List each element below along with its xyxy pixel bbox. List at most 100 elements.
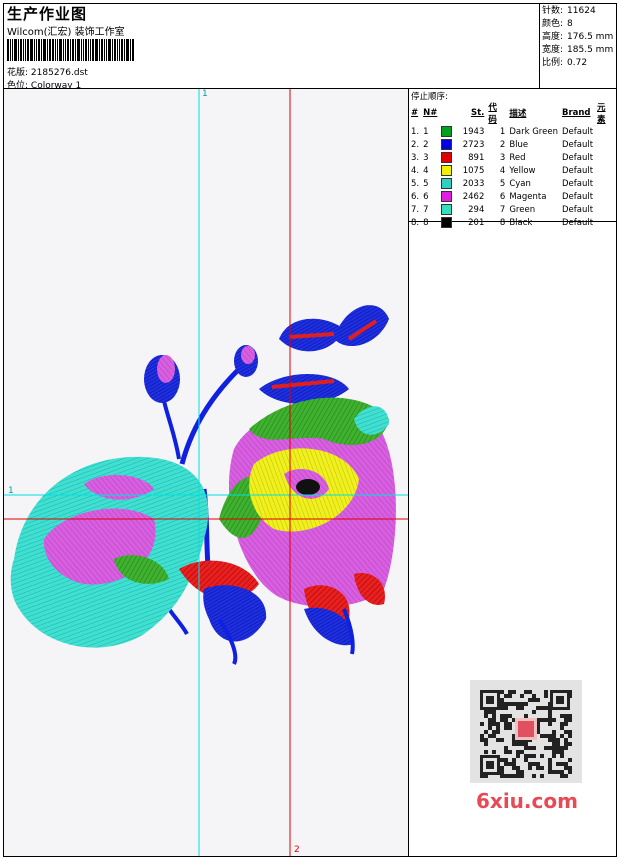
qr-module — [480, 722, 484, 726]
barcode-bar — [85, 39, 87, 61]
qr-module — [532, 710, 536, 714]
qr-module — [508, 762, 512, 766]
barcode-bar — [14, 39, 17, 61]
qr-module — [568, 734, 572, 738]
qr-module — [548, 766, 552, 770]
cell-desc: Blue — [509, 139, 529, 150]
cell-brand: Default — [561, 191, 594, 202]
qr-module — [552, 734, 556, 738]
qr-module — [504, 714, 508, 718]
qr-module — [524, 702, 528, 706]
color-swatch — [441, 126, 453, 137]
qr-module — [568, 766, 572, 770]
qr-module — [540, 754, 544, 758]
barcode-bar — [130, 39, 131, 61]
qr-module — [504, 722, 508, 726]
cell-code: 7 — [499, 204, 506, 215]
cell-brand: Default — [561, 217, 594, 228]
barcode-bar — [59, 39, 62, 61]
qr-module — [512, 758, 516, 762]
qr-module — [560, 774, 564, 778]
qr-module — [568, 718, 572, 722]
barcode — [7, 39, 144, 61]
qr-module — [560, 722, 564, 726]
qr-module — [504, 706, 508, 710]
qr-module — [508, 694, 512, 698]
qr-module — [568, 770, 572, 774]
barcode-bar — [47, 39, 48, 61]
qr-module — [512, 702, 516, 706]
qr-module — [528, 746, 532, 750]
barcode-bar — [12, 39, 13, 61]
stat-value: 8 — [567, 19, 573, 29]
qr-module — [564, 774, 568, 778]
design-canvas: 1 1 2 — [4, 89, 409, 856]
color-row: 6. 6 2462 6 Magenta Default — [409, 190, 616, 203]
cell-desc: Red — [509, 152, 526, 163]
qr-module — [548, 758, 552, 762]
qr-module — [512, 774, 516, 778]
qr-module — [552, 746, 556, 750]
barcode-bar — [112, 39, 113, 61]
cell-n: 6 — [423, 191, 429, 202]
qr-module — [556, 742, 560, 746]
barcode-bar — [70, 39, 71, 61]
qr-module — [544, 706, 548, 710]
qr-module — [500, 766, 504, 770]
qr-module — [564, 742, 568, 746]
color-swatch — [441, 165, 453, 176]
stat-value: 185.5 mm — [567, 45, 614, 55]
color-row: 4. 4 1075 4 Yellow Default — [409, 164, 616, 177]
cell-st: 2723 — [439, 138, 486, 151]
qr-module — [512, 766, 516, 770]
qr-module — [504, 774, 508, 778]
stat-row: 宽度: 185.5 mm — [542, 44, 613, 57]
qr-module — [488, 710, 492, 714]
qr-module — [552, 770, 556, 774]
cell-code: 6 — [499, 191, 506, 202]
cell-element — [595, 164, 616, 177]
barcode-bar — [99, 39, 100, 61]
cell-element — [595, 216, 616, 229]
cell-idx: 8. — [411, 217, 420, 228]
qr-module — [524, 742, 528, 746]
barcode-bar — [10, 39, 11, 61]
color-swatch — [441, 139, 453, 150]
stats-block: 针数: 11624 颜色: 8 高度: 176.5 mm 宽度: 185.5 mm 比例: 0.7… — [542, 5, 613, 70]
cell-n: 1 — [423, 126, 429, 137]
color-swatch — [441, 191, 453, 202]
stat-value: 11624 — [567, 6, 596, 16]
qr-module — [500, 774, 504, 778]
barcode-bar — [41, 39, 42, 61]
qr-module — [508, 726, 512, 730]
barcode-bar — [121, 39, 123, 61]
qr-module — [548, 718, 552, 722]
cell-idx: 3. — [411, 152, 420, 163]
qr-module — [500, 706, 504, 710]
stem-upper — [179, 367, 241, 465]
color-swatch — [441, 204, 453, 215]
cell-element — [595, 138, 616, 151]
color-swatch — [441, 217, 453, 228]
cell-st: 2462 — [439, 190, 486, 203]
qr-module — [508, 702, 512, 706]
qr-module — [508, 722, 512, 726]
barcode-bar — [124, 39, 125, 61]
barcode-bar — [38, 39, 40, 61]
column-header: St. — [470, 108, 485, 118]
barcode-bar — [52, 39, 54, 61]
flower-main-black — [296, 479, 320, 495]
bud-left-petal — [157, 355, 175, 383]
barcode-bar — [18, 39, 19, 61]
stat-value: 0.72 — [567, 58, 588, 68]
qr-module — [508, 750, 512, 754]
qr-module — [520, 742, 524, 746]
cell-desc: Green — [509, 204, 536, 215]
cell-st: 2033 — [439, 177, 486, 190]
stitch-count: 294 — [468, 205, 485, 215]
cell-brand: Default — [561, 165, 594, 176]
qr-module — [528, 762, 532, 766]
qr-module — [560, 714, 564, 718]
qr-module — [492, 714, 496, 718]
barcode-bar — [126, 39, 129, 61]
